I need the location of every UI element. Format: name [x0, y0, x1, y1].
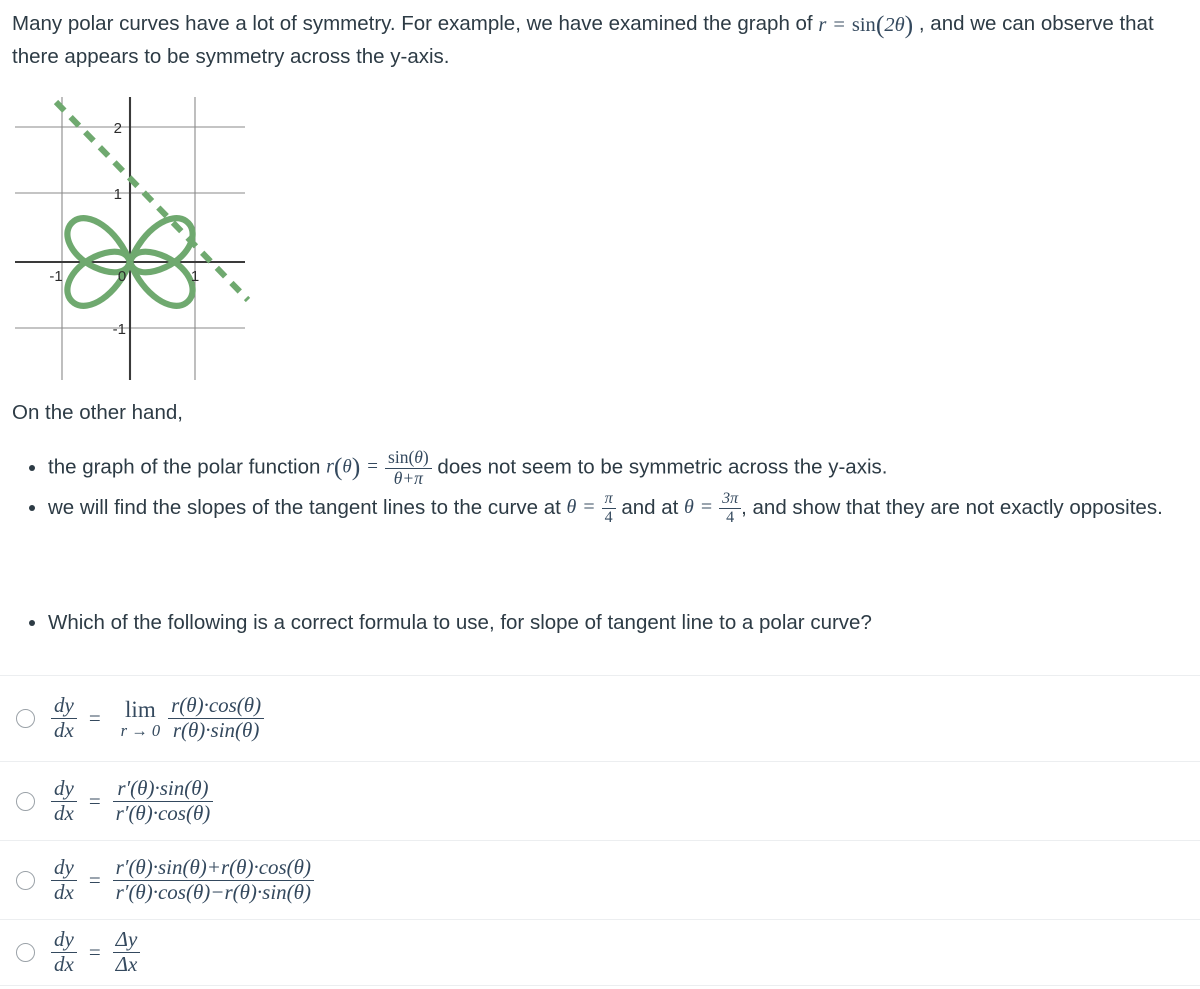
radio-button-option-rprime-ratio[interactable]	[16, 791, 35, 811]
x-tick-1: 1	[191, 268, 199, 285]
bullet2-theta1-expr: θ = π 4	[567, 490, 616, 527]
bullet2-pre: we will find the slopes of the tangent l…	[48, 496, 567, 520]
graph-axes	[15, 97, 245, 380]
option-product-rule[interactable]: dy dx = r′(θ)·sin(θ)+r(θ)·cos(θ) r′(θ)·cos…	[0, 840, 1200, 919]
option-delta-eq: =	[88, 940, 101, 964]
bullet2-value1-num: π	[604, 490, 613, 508]
bullet1-num-paren-close: )	[422, 447, 429, 467]
polar-rose-graph: 2 1 -1 -1 0 1	[0, 95, 260, 390]
bullet2-theta2: θ	[684, 496, 694, 519]
bullet2-theta2-expr: θ = 3π 4	[684, 490, 742, 527]
option-rprime-rhs: r′(θ)·sin(θ) r′(θ)·cos(θ)	[112, 775, 214, 826]
bullet2-value2-den: 4	[719, 508, 742, 527]
bullet1-num-fn: sin	[388, 447, 409, 467]
option-limit-formula: dy dx = lim r → 0 r(θ)·cos(θ) r(θ)·sin(θ)	[51, 693, 265, 743]
bullet2-mid: and at	[615, 496, 685, 520]
bullet1-frac-denominator: θ+π	[385, 467, 432, 489]
intro-eq-function: sin	[851, 13, 876, 36]
polar-rose-svg: 2 1 -1 -1 0 1	[15, 97, 251, 380]
option-limit-lim-subscript: r → 0	[120, 720, 161, 740]
option-delta-rhs-den: Δx	[112, 952, 141, 977]
option-product-eq: =	[88, 867, 101, 892]
question-text: Which of the following is a correct form…	[48, 611, 872, 634]
radio-button-option-product-rule[interactable]	[16, 870, 35, 890]
intro-equation: r = sin(2θ)	[818, 9, 913, 41]
intro-eq-argument: 2θ	[884, 13, 905, 36]
intro-eq-sign: =	[833, 13, 845, 36]
bullet1-equation: r(θ) = sin(θ) θ+π	[326, 447, 432, 489]
bullet2-value1-den: 4	[601, 508, 616, 527]
option-rprime-eq: =	[88, 788, 101, 813]
option-delta-lhs-den: dx	[51, 952, 77, 977]
question-item: Which of the following is a correct form…	[48, 608, 1200, 638]
option-rprime-rhs-num: r′(θ)·sin(θ)	[117, 775, 209, 800]
bullet2-value2-fraction: 3π 4	[719, 490, 742, 527]
bullet-list: the graph of the polar function r(θ)=sin…	[18, 447, 1200, 529]
option-limit-rhs: r(θ)·cos(θ) r(θ)·sin(θ)	[168, 693, 265, 743]
intro-eq-paren-close: )	[904, 9, 914, 39]
option-rprime-lhs-den: dx	[51, 800, 77, 826]
option-limit-rhs-den: r(θ)·sin(θ)	[168, 718, 265, 743]
mid-text: On the other hand,	[12, 401, 183, 424]
option-limit-eq: =	[88, 706, 101, 730]
bullet2-post: , and show that they are not exactly opp…	[741, 496, 1163, 520]
bullet1-fn-arg: θ	[342, 456, 352, 478]
option-limit-lhs-num: dy	[54, 693, 74, 718]
bullet1-fn-name: r	[326, 455, 334, 478]
origin-label: 0	[118, 268, 126, 285]
question-list: Which of the following is a correct form…	[18, 608, 1200, 638]
bullet2-value2-num: 3π	[722, 490, 739, 508]
option-delta-rhs-num: Δy	[115, 927, 138, 952]
option-limit-lim-label: lim	[125, 696, 156, 722]
option-delta-lhs: dy dx	[51, 928, 77, 976]
bullet2-eq2: =	[700, 496, 713, 519]
option-product-rhs-den: r′(θ)·cos(θ)−r(θ)·sin(θ)	[112, 879, 314, 905]
option-rprime-ratio-formula: dy dx = r′(θ)·sin(θ) r′(θ)·cos(θ)	[51, 775, 214, 826]
intro-paragraph: Many polar curves have a lot of symmetry…	[12, 8, 1198, 73]
option-rprime-ratio[interactable]: dy dx = r′(θ)·sin(θ) r′(θ)·cos(θ)	[0, 761, 1200, 840]
bullet2-value1-fraction: π4	[601, 490, 616, 527]
option-limit-limit-operator: lim r → 0	[113, 696, 168, 740]
option-delta[interactable]: dy dx = Δy Δx	[0, 919, 1200, 986]
option-product-rule-formula: dy dx = r′(θ)·sin(θ)+r(θ)·cos(θ) r′(θ)·cos…	[51, 854, 314, 905]
option-product-lhs-den: dx	[51, 879, 77, 905]
radio-button-option-delta[interactable]	[16, 943, 35, 962]
option-limit[interactable]: dy dx = lim r → 0 r(θ)·cos(θ) r(θ)·sin(θ)	[0, 675, 1200, 761]
option-limit-lhs: dy dx	[51, 694, 77, 742]
option-rprime-lhs: dy dx	[51, 775, 77, 826]
y-tick-neg1: -1	[113, 321, 126, 338]
bullet2-eq1: =	[583, 496, 595, 519]
bullet1-paren-close: )	[351, 452, 361, 482]
bullet-polar-function: the graph of the polar function r(θ)=sin…	[48, 447, 1200, 489]
bullet1-pre: the graph of the polar function	[48, 455, 327, 479]
bullet1-fraction: sin(θ) θ+π	[385, 447, 432, 489]
option-delta-lhs-num: dy	[54, 927, 74, 952]
bullet1-post: does not seem to be symmetric across the…	[431, 455, 888, 479]
x-tick-neg1: -1	[49, 268, 62, 285]
option-product-rhs: r′(θ)·sin(θ)+r(θ)·cos(θ) r′(θ)·cos(θ)−r(θ…	[112, 854, 314, 905]
option-limit-lhs-den: dx	[51, 718, 77, 743]
bullet1-num-arg: θ	[414, 447, 423, 467]
bullet-tangent-slopes: we will find the slopes of the tangent l…	[48, 490, 1200, 527]
y-tick-1: 1	[114, 186, 122, 203]
option-delta-rhs: Δy Δx	[112, 927, 141, 977]
quiz-page: Many polar curves have a lot of symmetry…	[0, 0, 1200, 989]
bullet2-theta1: θ	[566, 496, 577, 519]
bullet1-eq-sign: =	[367, 456, 379, 478]
radio-button-option-limit[interactable]	[16, 709, 35, 728]
option-rprime-rhs-den: r′(θ)·cos(θ)	[112, 800, 214, 826]
answer-options: dy dx = lim r → 0 r(θ)·cos(θ) r(θ)·sin(θ) d…	[0, 675, 1200, 986]
option-product-lhs-num: dy	[54, 854, 74, 879]
option-limit-rhs-num: r(θ)·cos(θ)	[171, 693, 262, 718]
option-product-lhs: dy dx	[51, 854, 77, 905]
option-delta-formula: dy dx = Δy Δx	[51, 927, 141, 977]
y-tick-2: 2	[114, 120, 122, 137]
intro-text-part1: Many polar curves have a lot of symmetry…	[12, 12, 819, 35]
option-rprime-lhs-num: dy	[54, 775, 74, 800]
option-product-rhs-num: r′(θ)·sin(θ)+r(θ)·cos(θ)	[115, 854, 311, 879]
bullet1-frac-numerator: sin(θ)	[385, 447, 432, 468]
